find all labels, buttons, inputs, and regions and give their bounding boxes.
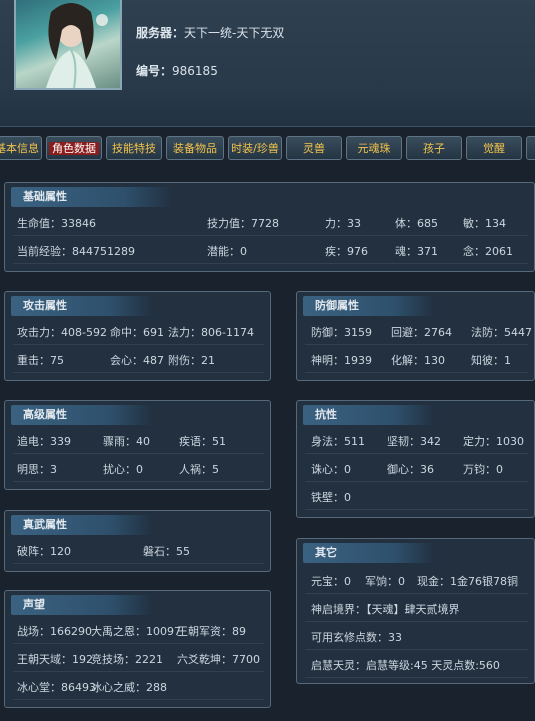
reputation-stat: 战场：166290 xyxy=(17,625,92,638)
advanced-stat: 骤雨：40 xyxy=(103,435,150,448)
defense-value: 防御：3159 xyxy=(311,326,372,339)
magic-defense-value: 法防：5447 xyxy=(471,326,532,339)
insight-value: 神明：1939 xyxy=(311,354,372,367)
tab-fashion-pets[interactable]: 时装/珍兽 xyxy=(228,136,282,160)
extra-damage-value: 附伤：21 xyxy=(168,354,215,367)
reputation-stat: 竞技场：2221 xyxy=(91,653,163,666)
know-value: 知彼：1 xyxy=(471,354,511,367)
server-label: 服务器： xyxy=(136,26,185,40)
skill-points-value: 技力值：7728 xyxy=(207,217,279,230)
resist-stat: 御心：36 xyxy=(387,463,434,476)
advanced-stat: 追电：339 xyxy=(17,435,71,448)
basic-attributes-panel: 基础属性 生命值：33846 技力值：7728 力：33 体：685 敏：134… xyxy=(4,182,535,272)
tab-equipment[interactable]: 装备物品 xyxy=(166,136,224,160)
advanced-stat: 明思：3 xyxy=(17,463,57,476)
mind-value: 念：2061 xyxy=(463,245,513,258)
strength-value: 力：33 xyxy=(325,217,361,230)
tab-spirit-beast[interactable]: 灵兽 xyxy=(286,136,342,160)
advanced-stat: 扰心：0 xyxy=(103,463,143,476)
tab-character-data[interactable]: 角色数据 xyxy=(46,136,102,160)
panel-title: 抗性 xyxy=(303,405,435,425)
cash-value: 现金：1金76银78铜 xyxy=(417,575,518,588)
advanced-stat: 疾语：51 xyxy=(179,435,226,448)
hit-value: 命中：691 xyxy=(110,326,164,339)
xuanxiu-points-value: 可用玄修点数：33 xyxy=(311,631,402,644)
rock-value: 磐石：55 xyxy=(143,545,190,558)
constitution-value: 体：685 xyxy=(395,217,438,230)
attack-attributes-panel: 攻击属性 攻击力：408-592 命中：691 法力：806-1174 重击：7… xyxy=(4,291,271,381)
resolve-value: 化解：130 xyxy=(391,354,445,367)
realm-value: 神启境界：【天魂】肆天贰境界 xyxy=(311,603,460,616)
critical-value: 会心：487 xyxy=(110,354,164,367)
id-label: 编号： xyxy=(136,64,173,78)
resist-stat: 定力：1030 xyxy=(463,435,524,448)
magic-power-value: 法力：806-1174 xyxy=(168,326,254,339)
reputation-panel: 声望 战场：166290 大禹之恩：10097 王朝军资：89 王朝天域：192… xyxy=(4,590,271,708)
hp-value: 生命值：33846 xyxy=(17,217,96,230)
speed-value: 疾：976 xyxy=(325,245,368,258)
tab-basic-info[interactable]: 基本信息 xyxy=(0,136,42,160)
advanced-attributes-panel: 高级属性 追电：339 骤雨：40 疾语：51 明思：3 扰心：0 人祸：5 xyxy=(4,400,271,490)
experience-value: 当前经验：844751289 xyxy=(17,245,135,258)
reputation-stat: 大禹之恩：10097 xyxy=(91,625,181,638)
server-info: 服务器：天下一统-天下无双 xyxy=(136,24,284,41)
panel-title: 真武属性 xyxy=(11,515,153,535)
resist-stat: 铁壁：0 xyxy=(311,491,351,504)
reputation-stat: 六爻乾坤：7700 xyxy=(177,653,260,666)
panel-title: 声望 xyxy=(11,595,153,615)
zhenwu-attributes-panel: 真武属性 破阵：120 磐石：55 xyxy=(4,510,271,572)
panel-title: 高级属性 xyxy=(11,405,153,425)
tab-children[interactable]: 孩子 xyxy=(406,136,462,160)
panel-title: 基础属性 xyxy=(11,187,173,207)
character-id-info: 编号：986185 xyxy=(136,62,218,79)
dodge-value: 回避：2764 xyxy=(391,326,452,339)
id-value: 986185 xyxy=(172,64,218,78)
resist-stat: 诛心：0 xyxy=(311,463,351,476)
tab-more[interactable] xyxy=(526,136,535,160)
other-info-panel: 其它 元宝：0 军饷：0 现金：1金76银78铜 神启境界：【天魂】肆天贰境界 … xyxy=(296,538,535,684)
potential-value: 潜能：0 xyxy=(207,245,247,258)
soul-value: 魂：371 xyxy=(395,245,438,258)
server-value: 天下一统-天下无双 xyxy=(184,26,285,40)
resistance-panel: 抗性 身法：511 坚韧：342 定力：1030 诛心：0 御心：36 万钧：0… xyxy=(296,400,535,518)
yuanbao-value: 元宝：0 xyxy=(311,575,351,588)
resist-stat: 万钧：0 xyxy=(463,463,503,476)
break-formation-value: 破阵：120 xyxy=(17,545,71,558)
tab-soul-pearl[interactable]: 元魂珠 xyxy=(346,136,402,160)
resist-stat: 身法：511 xyxy=(311,435,365,448)
tab-awakening[interactable]: 觉醒 xyxy=(466,136,522,160)
panel-title: 攻击属性 xyxy=(11,296,153,316)
agility-value: 敏：134 xyxy=(463,217,506,230)
character-portrait xyxy=(14,0,122,90)
reputation-stat: 冰心之威：288 xyxy=(91,681,167,694)
reputation-stat: 王朝军资：89 xyxy=(177,625,246,638)
military-pay-value: 军饷：0 xyxy=(365,575,405,588)
panel-title: 其它 xyxy=(303,543,435,563)
resist-stat: 坚韧：342 xyxy=(387,435,441,448)
reputation-stat: 王朝天域：192 xyxy=(17,653,93,666)
tab-skills[interactable]: 技能特技 xyxy=(106,136,162,160)
qihui-value: 启慧天灵：启慧等级:45 天灵点数:560 xyxy=(311,659,500,672)
defense-attributes-panel: 防御属性 防御：3159 回避：2764 法防：5447 神明：1939 化解：… xyxy=(296,291,535,381)
panel-title: 防御属性 xyxy=(303,296,435,316)
reputation-stat: 冰心堂：86493 xyxy=(17,681,96,694)
advanced-stat: 人祸：5 xyxy=(179,463,219,476)
attack-power-value: 攻击力：408-592 xyxy=(17,326,107,339)
character-header: 服务器：天下一统-天下无双 编号：986185 xyxy=(0,0,535,127)
heavy-strike-value: 重击：75 xyxy=(17,354,64,367)
tab-bar: 基本信息 角色数据 技能特技 装备物品 时装/珍兽 灵兽 元魂珠 孩子 觉醒 xyxy=(0,136,535,162)
